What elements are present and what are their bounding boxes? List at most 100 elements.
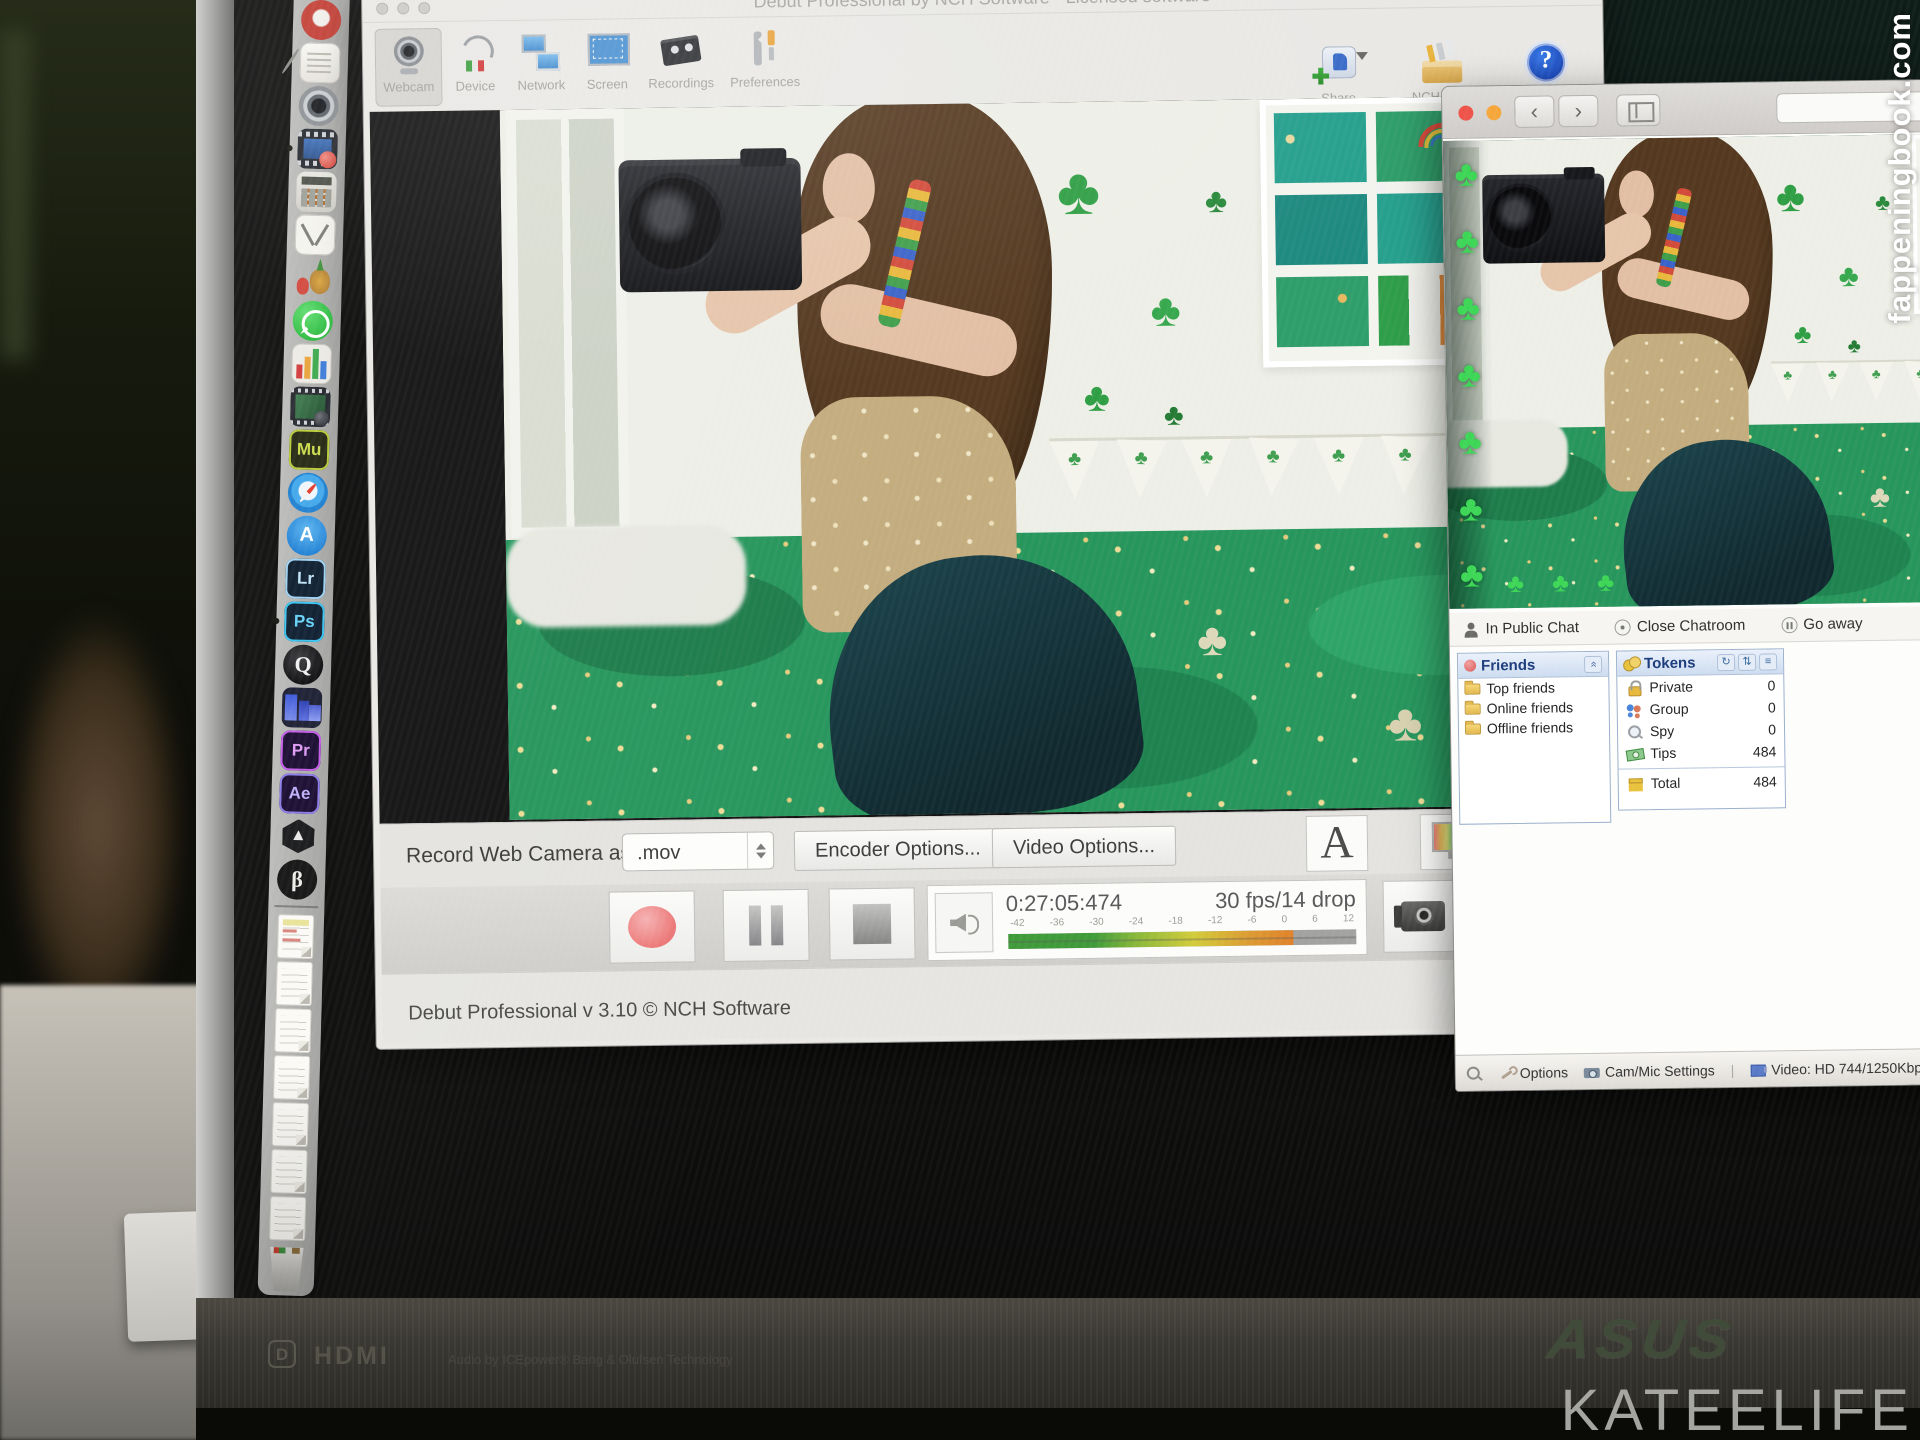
screen-recorder-app-icon[interactable] <box>297 128 338 169</box>
notes-app-icon[interactable] <box>299 42 340 83</box>
red-app-icon[interactable] <box>301 0 342 40</box>
refresh-button[interactable]: ↻ <box>1717 653 1735 670</box>
spy-icon <box>1626 724 1643 739</box>
adobe-muse-icon[interactable]: Mu <box>289 429 330 470</box>
dock-document-icon[interactable] <box>273 1055 310 1100</box>
options-button[interactable]: Options <box>1499 1064 1568 1081</box>
bottom-watermark: KATEELIFE <box>1561 1377 1914 1440</box>
tab-screen[interactable]: Screen <box>574 25 641 104</box>
banner-flag <box>1115 439 1167 499</box>
tab-preferences[interactable]: Preferences <box>721 23 808 102</box>
encoder-options-button[interactable]: Encoder Options... <box>794 828 1002 871</box>
token-label: Private <box>1649 679 1693 696</box>
tab-label: Screen <box>587 76 628 92</box>
video-quality-label: Video: HD 744/1250Kbps@14fps <box>1771 1059 1920 1078</box>
collapse-button[interactable] <box>1584 655 1602 672</box>
token-value: 484 <box>1753 743 1777 759</box>
device-icon <box>454 33 497 74</box>
format-dropdown[interactable]: .mov <box>622 831 775 871</box>
shamrock-decor <box>1794 321 1812 348</box>
clover-icon <box>1552 569 1569 595</box>
video-quality-status[interactable]: Video: HD 744/1250Kbps@14fps <box>1750 1059 1920 1078</box>
meter-tick: -12 <box>1208 915 1223 926</box>
token-row: Group0 <box>1618 696 1784 720</box>
record-dot-icon <box>1615 619 1631 635</box>
beta-app-icon[interactable]: β <box>277 859 318 900</box>
premiere-icon[interactable]: Pr <box>280 730 321 771</box>
paper-shamrock <box>1870 480 1891 511</box>
minimize-button[interactable] <box>1486 105 1501 120</box>
shamrock-icon <box>1398 444 1412 464</box>
dock-document-icon[interactable] <box>269 1196 306 1241</box>
forward-button[interactable]: › <box>1558 95 1598 128</box>
app-store-icon[interactable]: A <box>286 515 327 556</box>
friends-list-item[interactable]: Online friends <box>1459 697 1609 719</box>
stop-button[interactable] <box>829 887 916 960</box>
dock-document-icon[interactable] <box>272 1102 309 1147</box>
sort-button[interactable]: ⇅ <box>1738 653 1756 670</box>
public-chat-status[interactable]: In Public Chat <box>1463 619 1579 638</box>
beta-glyph: β <box>291 866 303 892</box>
webcam-preview-video <box>500 95 1608 820</box>
sidebar-button[interactable] <box>1616 94 1660 127</box>
shamrock-icon <box>1916 367 1920 381</box>
dock-document-icon[interactable] <box>276 961 313 1006</box>
hdmi-label: HDMI <box>314 1342 390 1371</box>
videopad-app-icon[interactable] <box>290 386 331 427</box>
pause-button[interactable] <box>723 889 810 962</box>
friends-list-item[interactable]: Offline friends <box>1459 717 1609 739</box>
browser-window: ‹ › <box>1441 76 1920 1092</box>
blue-app-icon[interactable] <box>281 687 322 728</box>
minimize-button[interactable] <box>397 2 409 14</box>
speaker-mute-button[interactable] <box>935 892 994 953</box>
trash-icon[interactable] <box>267 1245 306 1292</box>
close-chatroom-button[interactable]: Close Chatroom <box>1615 617 1746 636</box>
share-button[interactable]: Share <box>1297 46 1380 106</box>
meter-tick: 0 <box>1281 914 1287 925</box>
coins-icon <box>1623 656 1639 670</box>
tropical-app-icon[interactable] <box>293 257 334 298</box>
ae-glyph: Ae <box>288 783 310 804</box>
close-button[interactable] <box>1458 106 1473 121</box>
charts-app-icon[interactable] <box>291 343 332 384</box>
lightroom-icon[interactable]: Lr <box>285 558 326 599</box>
zoom-button[interactable] <box>418 2 430 14</box>
tab-network[interactable]: Network <box>508 26 575 105</box>
macos-dock[interactable]: Mu A Lr Ps Q Pr Ae β <box>258 0 350 1296</box>
tokens-header: Tokens ↻ ⇅ ≡ <box>1617 649 1783 676</box>
text-overlay-button[interactable]: A <box>1306 815 1369 872</box>
cam-mic-settings-button[interactable]: Cam/Mic Settings <box>1584 1062 1715 1080</box>
zoom-control[interactable] <box>1466 1066 1483 1082</box>
quicktime-icon[interactable]: Q <box>283 644 324 685</box>
browser-titlebar: ‹ › <box>1442 77 1920 139</box>
total-value: 484 <box>1753 773 1777 789</box>
whatsapp-icon[interactable] <box>292 300 333 341</box>
audio-brand-label: Audio by ICEpower® Bang & Olufsen Techno… <box>448 1352 733 1367</box>
webcam-app-icon[interactable] <box>298 85 339 126</box>
dock-document-icon[interactable] <box>277 914 314 959</box>
record-as-label: Record Web Camera as: <box>406 841 637 868</box>
calculator-app-icon[interactable] <box>296 171 337 212</box>
close-button[interactable] <box>376 3 388 15</box>
clover-row <box>1507 569 1615 596</box>
audio-meter-panel: 0:27:05:474 30 fps/14 drop -42-36-30-24-… <box>927 879 1368 961</box>
safari-icon[interactable] <box>287 472 328 513</box>
after-effects-icon[interactable]: Ae <box>279 773 320 814</box>
photo-of-monitor: Mu A Lr Ps Q Pr Ae β Debut Profess <box>0 0 1920 1440</box>
tab-webcam[interactable]: Webcam <box>375 28 443 107</box>
dock-document-icon[interactable] <box>270 1149 307 1194</box>
list-button[interactable]: ≡ <box>1759 653 1777 670</box>
tab-device[interactable]: Device <box>442 27 509 106</box>
back-button[interactable]: ‹ <box>1514 95 1554 128</box>
tab-recordings[interactable]: Recordings <box>640 24 723 103</box>
photoshop-icon[interactable]: Ps <box>284 601 325 642</box>
dslr-camera <box>618 158 802 293</box>
record-button[interactable] <box>609 890 696 963</box>
dock-document-icon[interactable] <box>274 1008 311 1053</box>
clover-border <box>1443 140 1496 609</box>
friends-list-item[interactable]: Top friends <box>1458 677 1608 699</box>
unity-icon[interactable] <box>278 816 319 857</box>
video-options-button[interactable]: Video Options... <box>992 826 1176 869</box>
go-away-button[interactable]: Go away <box>1781 615 1862 633</box>
clipper-app-icon[interactable] <box>295 214 336 255</box>
